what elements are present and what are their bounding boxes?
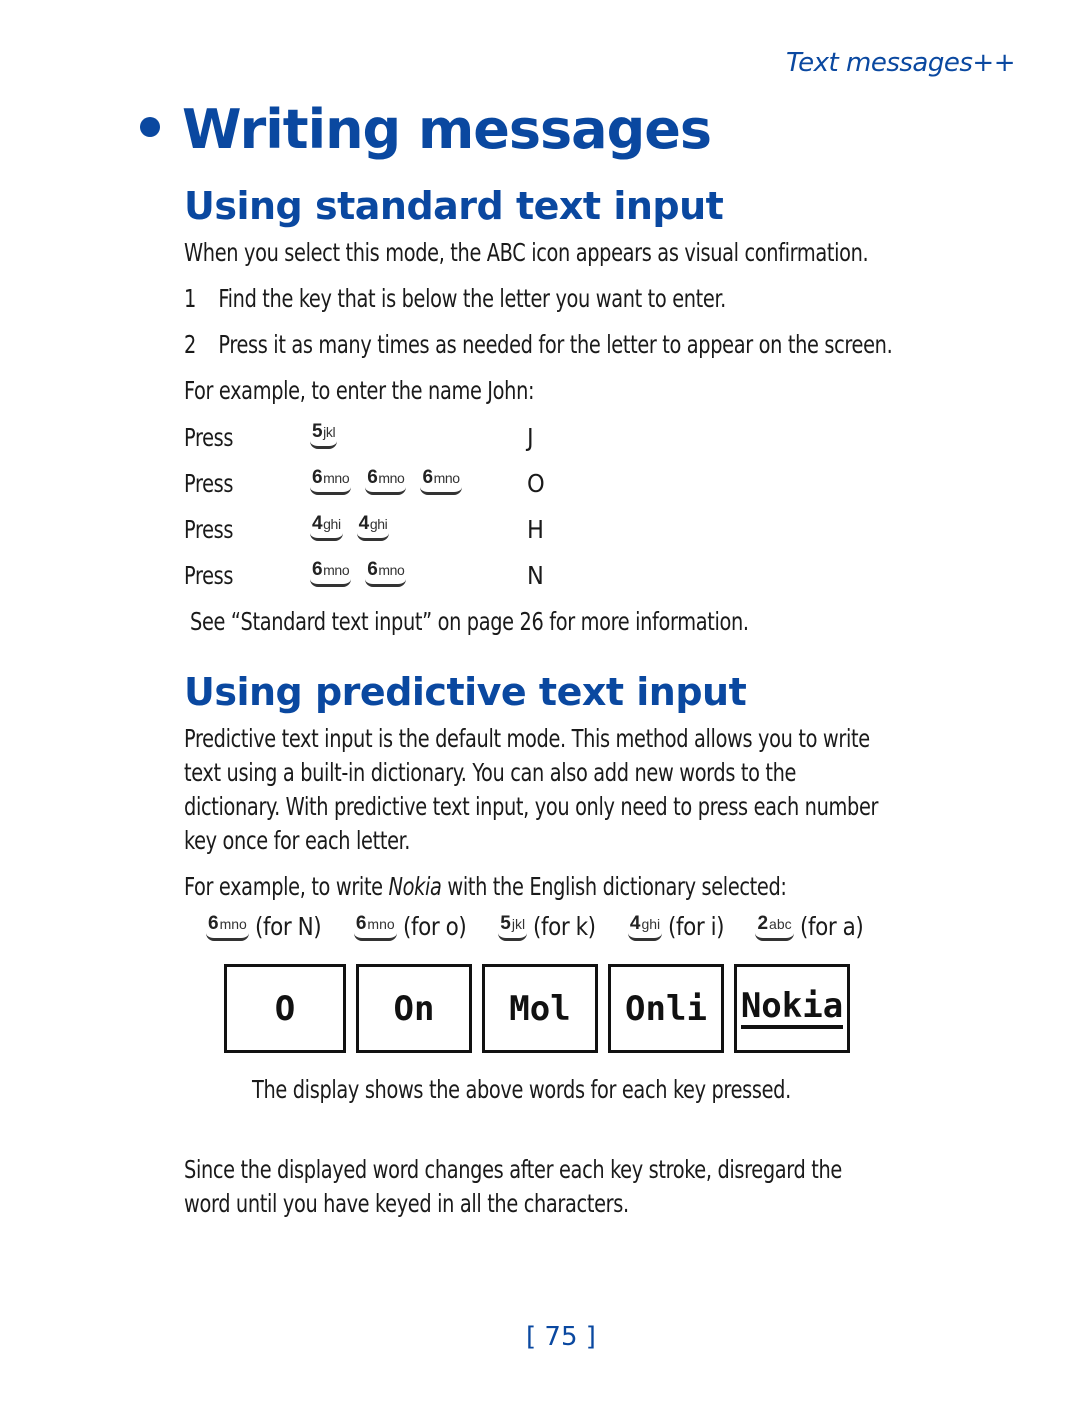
bullet-icon: [140, 117, 160, 138]
example-intro: For example, to enter the name John:: [184, 376, 535, 405]
step-number: 2: [184, 330, 196, 359]
key-sequence-item: 6 mno (for N): [206, 912, 322, 941]
paragraph-line: dictionary. With predictive text input, …: [184, 792, 879, 821]
press-row: Press 6 mno 6 mno N: [184, 559, 584, 599]
key-6-icon: 6 mno: [310, 467, 352, 495]
key-sequence-item: 5 jkl (for k): [498, 912, 596, 941]
paragraph-line: word until you have keyed in all the cha…: [184, 1189, 629, 1218]
step-number: 1: [184, 284, 196, 313]
predictive-paragraph: Predictive text input is the default mod…: [184, 722, 878, 858]
key-group: 6 mno 6 mno 6 mno: [310, 467, 462, 495]
key-group: 4 ghi 4 ghi: [310, 513, 390, 541]
key-sequence-item: 2 abc (for a): [755, 912, 863, 941]
paragraph-line: Predictive text input is the default mod…: [184, 724, 870, 753]
key-5-icon: 5 jkl: [498, 913, 528, 941]
key-group: 5 jkl: [310, 421, 338, 449]
key-5-icon: 5 jkl: [310, 421, 338, 449]
press-row: Press 4 ghi 4 ghi H: [184, 513, 584, 553]
display-caption: The display shows the above words for ea…: [252, 1075, 791, 1104]
display-screen: Mol: [482, 964, 598, 1053]
key-6-icon: 6 mno: [206, 913, 249, 941]
display-screen: Nokia: [734, 964, 850, 1053]
result-letter: J: [527, 423, 534, 452]
key-6-icon: 6 mno: [420, 467, 462, 495]
page-number: [ 75 ]: [526, 1322, 596, 1352]
key-sequence-item: 6 mno (for o): [353, 912, 466, 941]
key-6-icon: 6 mno: [365, 467, 407, 495]
key-4-icon: 4 ghi: [310, 513, 343, 541]
key-sequence-item: 4 ghi (for i): [627, 912, 725, 941]
section-heading-predictive: Using predictive text input: [184, 670, 747, 714]
key-6-icon: 6 mno: [310, 559, 352, 587]
closing-paragraph: Since the displayed word changes after e…: [184, 1153, 842, 1221]
display-screen: On: [356, 964, 472, 1053]
predictive-example-intro: For example, to write Nokia with the Eng…: [184, 872, 787, 901]
result-letter: H: [527, 515, 544, 544]
step-text: Find the key that is below the letter yo…: [218, 284, 726, 313]
step-2: 2 Press it as many times as needed for th…: [184, 328, 893, 362]
running-head: Text messages++: [786, 48, 1015, 78]
display-screen: O: [224, 964, 346, 1053]
result-letter: N: [527, 561, 544, 590]
page-title: Writing messages: [140, 98, 712, 161]
display-screens: O On Mol Onli Nokia: [224, 964, 850, 1053]
step-1: 1 Find the key that is below the letter y…: [184, 282, 726, 316]
press-label: Press: [184, 561, 234, 590]
key-group: 6 mno 6 mno: [310, 559, 407, 587]
page-title-text: Writing messages: [182, 98, 712, 161]
key-6-icon: 6 mno: [365, 559, 407, 587]
paragraph-line: text using a built-in dictionary. You ca…: [184, 758, 797, 787]
paragraph-line: Since the displayed word changes after e…: [184, 1155, 842, 1184]
key-4-icon: 4 ghi: [356, 513, 390, 541]
display-screen: Onli: [608, 964, 724, 1053]
section-heading-standard: Using standard text input: [184, 184, 724, 228]
press-label: Press: [184, 423, 234, 452]
press-label: Press: [184, 469, 234, 498]
press-label: Press: [184, 515, 234, 544]
step-text: Press it as many times as needed for the…: [218, 330, 893, 359]
key-sequence: 6 mno (for N) 6 mno (for o) 5 jkl (for k) 4…: [206, 912, 895, 941]
key-2-icon: 2 abc: [755, 913, 794, 941]
paragraph-line: key once for each letter.: [184, 826, 411, 855]
result-letter: O: [527, 469, 545, 498]
see-also-reference: See “Standard text input” on page 26 for…: [190, 607, 749, 636]
press-row: Press 6 mno 6 mno 6 mno O: [184, 467, 584, 507]
standard-intro: When you select this mode, the ABC icon …: [184, 238, 869, 267]
press-row: Press 5 jkl J: [184, 421, 584, 461]
key-4-icon: 4 ghi: [627, 913, 663, 941]
example-word: Nokia: [388, 872, 442, 901]
key-6-icon: 6 mno: [353, 913, 397, 941]
